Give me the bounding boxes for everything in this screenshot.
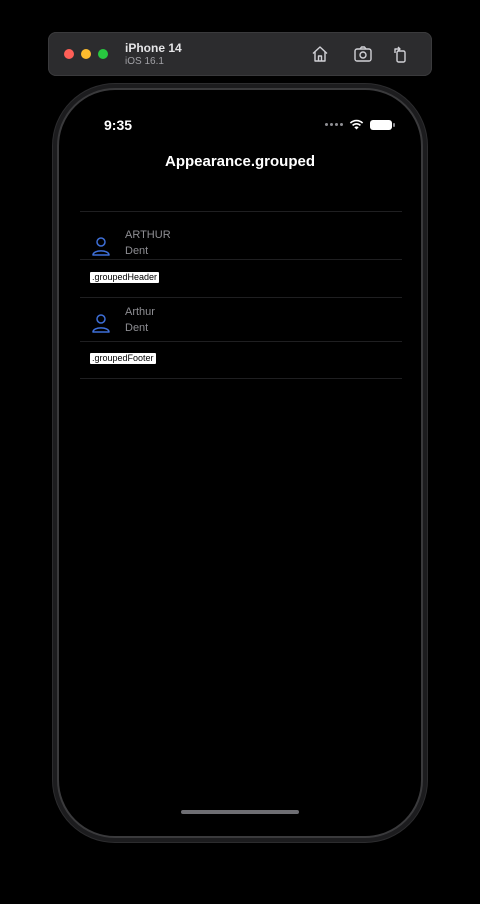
volume-down-button — [52, 334, 56, 392]
table-row[interactable]: ARTHUR Dent — [80, 221, 402, 269]
table-row[interactable]: Arthur Dent — [80, 298, 402, 346]
simulator-toolbar: iPhone 14 iOS 16.1 — [48, 32, 432, 76]
status-time: 9:35 — [104, 117, 133, 133]
row-subtitle: Dent — [125, 322, 149, 334]
device-name: iPhone 14 — [125, 41, 182, 55]
navigation-title: Appearance.grouped — [164, 153, 316, 170]
screen-root: iPhone 14 iOS 16.1 9:35 Appearance.group… — [0, 0, 480, 904]
device-screen: 9:35 Appearance.grouped ARTHUR Dent .gro… — [64, 95, 416, 831]
power-button — [424, 282, 428, 378]
person-icon — [90, 312, 112, 334]
screenshot-icon[interactable] — [352, 43, 374, 65]
grouped-footer-label: .groupedFooter — [90, 353, 156, 364]
section-top-separator — [80, 211, 402, 212]
person-icon — [90, 235, 112, 257]
wifi-icon — [349, 119, 364, 130]
minimize-window-button[interactable] — [81, 49, 91, 59]
section-bottom-separator — [80, 378, 402, 379]
cellular-icon — [325, 123, 343, 126]
rotate-icon[interactable] — [390, 43, 412, 65]
row-title: ARTHUR — [125, 229, 171, 241]
close-window-button[interactable] — [64, 49, 74, 59]
row-separator — [80, 259, 402, 260]
zoom-window-button[interactable] — [98, 49, 108, 59]
home-indicator[interactable] — [181, 810, 299, 814]
row-subtitle: Dent — [125, 245, 149, 257]
mute-switch — [52, 208, 56, 234]
os-version: iOS 16.1 — [125, 56, 164, 67]
row-separator — [80, 341, 402, 342]
grouped-header-label: .groupedHeader — [90, 272, 160, 283]
volume-up-button — [52, 256, 56, 314]
home-icon[interactable] — [309, 43, 331, 65]
row-title: Arthur — [125, 306, 155, 318]
status-icons — [325, 119, 395, 130]
battery-icon — [370, 119, 395, 130]
